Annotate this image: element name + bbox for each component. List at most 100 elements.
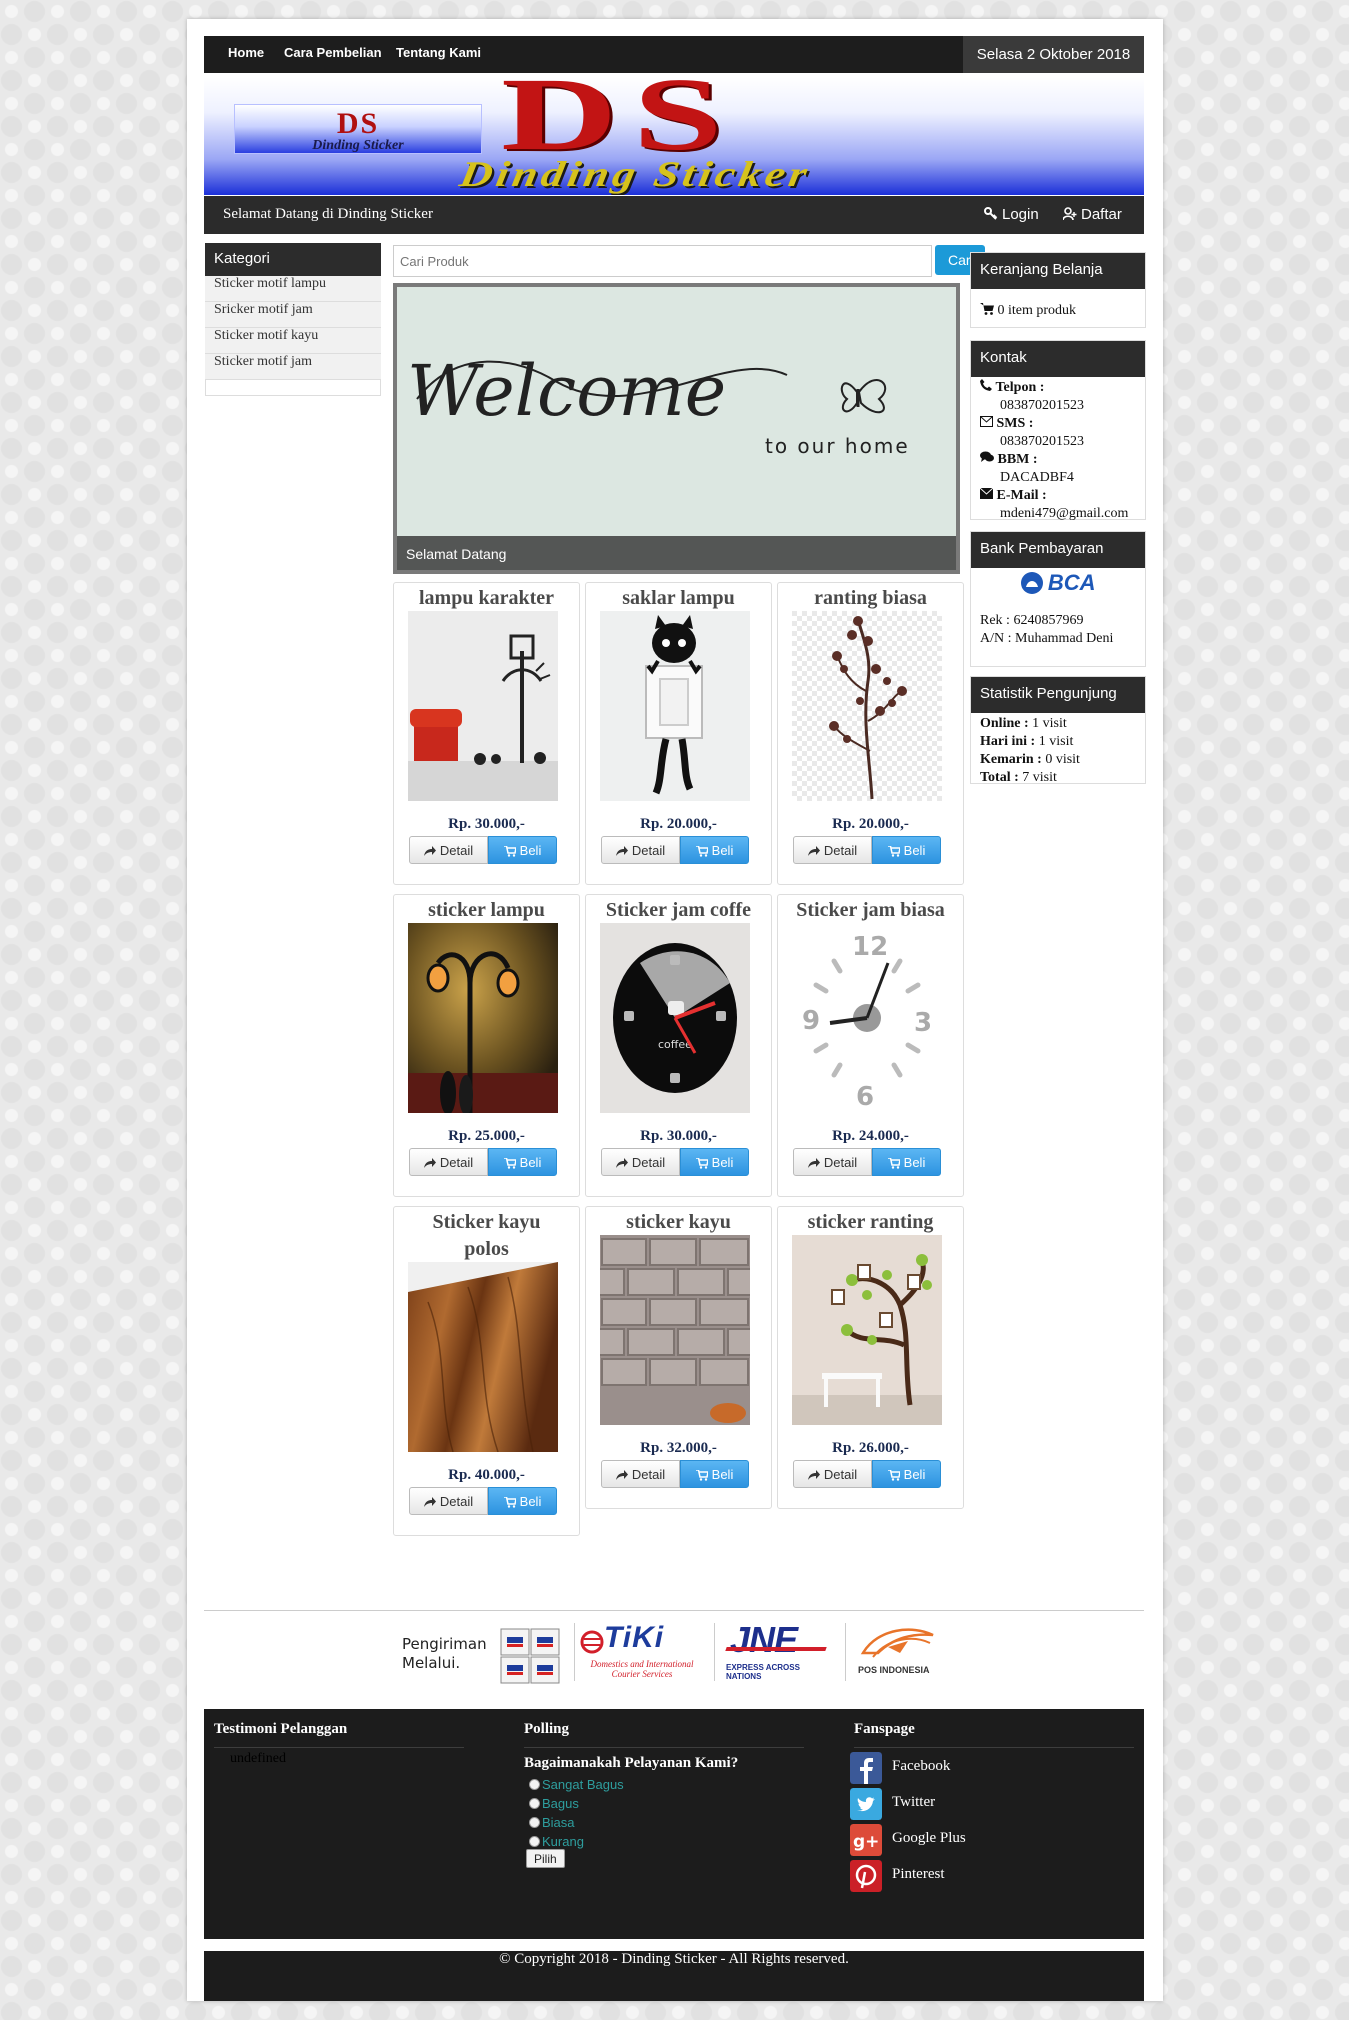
stats-today-value: 1 visit (1038, 734, 1074, 749)
buy-button[interactable]: Beli (872, 836, 941, 864)
welcome-message: Selamat Datang di Dinding Sticker (223, 206, 433, 222)
buy-label: Beli (711, 1154, 734, 1170)
twitter-icon (850, 1788, 882, 1820)
image-slider[interactable]: Welcome to our home Selamat Datang (393, 283, 960, 574)
product-card[interactable]: lampu karakter Rp. 30.000,- Detail Beli (393, 582, 580, 885)
buy-button[interactable]: Beli (872, 1148, 941, 1176)
product-image[interactable] (792, 611, 942, 801)
category-item[interactable]: Sricker motif jam (205, 302, 381, 328)
product-title[interactable]: Sticker kayu polos (394, 1209, 579, 1263)
boxes-icon (500, 1628, 560, 1684)
welcome-sticker-image: Welcome to our home (397, 287, 956, 570)
detail-button[interactable]: Detail (793, 836, 872, 864)
polling-divider (524, 1747, 804, 1748)
product-image[interactable] (600, 611, 750, 801)
product-image[interactable] (408, 611, 558, 801)
product-title[interactable]: Sticker jam coffe (586, 897, 771, 924)
detail-button[interactable]: Detail (409, 1487, 488, 1515)
nav-home[interactable]: Home (228, 45, 264, 60)
nav-cara-pembelian[interactable]: Cara Pembelian (284, 45, 382, 60)
poll-radio[interactable] (529, 1836, 540, 1847)
category-item[interactable]: Sticker motif kayu (205, 328, 381, 354)
product-title[interactable]: sticker kayu (586, 1209, 771, 1236)
poll-option-kurang[interactable]: Kurang (529, 1834, 584, 1849)
page-container: Home Cara Pembelian Tentang Kami Selasa … (187, 19, 1163, 2001)
product-card[interactable]: Sticker jam biasa 12 3 6 9 Rp. 24.000,- … (777, 894, 964, 1197)
buy-button[interactable]: Beli (680, 1148, 749, 1176)
detail-button[interactable]: Detail (601, 836, 680, 864)
product-image[interactable] (408, 1262, 558, 1452)
buy-button[interactable]: Beli (488, 1148, 557, 1176)
sms-label: SMS : (996, 416, 1034, 431)
cart-icon (695, 1156, 709, 1169)
search-input[interactable] (393, 245, 932, 277)
poll-submit-button[interactable]: Pilih (526, 1849, 565, 1868)
detail-button[interactable]: Detail (601, 1148, 680, 1176)
product-title[interactable]: lampu karakter (394, 585, 579, 612)
buy-button[interactable]: Beli (488, 1487, 557, 1515)
poll-option-biasa[interactable]: Biasa (529, 1815, 575, 1830)
product-image[interactable]: 12 3 6 9 (792, 923, 942, 1113)
product-title[interactable]: sticker lampu (394, 897, 579, 924)
footer: Testimoni Pelanggan undefined Polling Ba… (204, 1709, 1144, 1939)
product-card[interactable]: Sticker kayu polos Rp. 40.000,- Detail B… (393, 1206, 580, 1536)
logo-small-subtitle: Dinding Sticker (312, 138, 404, 153)
poll-radio[interactable] (529, 1817, 540, 1828)
copyright: © Copyright 2018 - Dinding Sticker - All… (204, 1951, 1144, 2001)
stats-today-label: Hari ini : (980, 734, 1036, 749)
stats-online-value: 1 visit (1032, 716, 1067, 731)
buy-button[interactable]: Beli (488, 836, 557, 864)
poll-radio[interactable] (529, 1779, 540, 1790)
testimoni-divider (214, 1747, 464, 1748)
current-date: Selasa 2 Oktober 2018 (963, 36, 1144, 73)
product-card[interactable]: saklar lampu Rp. 20.000,- Detail Beli (585, 582, 772, 885)
product-card[interactable]: sticker ranting Rp. 26.000,- Detail Beli (777, 1206, 964, 1509)
product-card[interactable]: Sticker jam coffe coffee Rp. 30.000,- De… (585, 894, 772, 1197)
poll-option-bagus[interactable]: Bagus (529, 1796, 579, 1811)
product-image[interactable] (600, 1235, 750, 1425)
cart-item-count: 0 item produk (997, 303, 1077, 318)
poll-option-sangat-bagus[interactable]: Sangat Bagus (529, 1777, 624, 1792)
pinterest-icon (850, 1860, 882, 1892)
testimoni-title: Testimoni Pelanggan (214, 1721, 348, 1737)
buy-button[interactable]: Beli (680, 836, 749, 864)
product-price: Rp. 30.000,- (640, 1128, 717, 1144)
detail-button[interactable]: Detail (601, 1460, 680, 1488)
detail-button[interactable]: Detail (409, 1148, 488, 1176)
product-card[interactable]: ranting biasa Rp. 20.000,- Detail Beli (777, 582, 964, 885)
buy-button[interactable]: Beli (872, 1460, 941, 1488)
contact-bbm: BBM : DACADBF4 (980, 451, 1136, 487)
detail-label: Detail (439, 1154, 474, 1170)
email-value[interactable]: mdeni479@gmail.com (980, 505, 1136, 523)
product-image[interactable] (408, 923, 558, 1113)
product-title[interactable]: Sticker jam biasa (778, 897, 963, 924)
buy-button[interactable]: Beli (680, 1460, 749, 1488)
category-item[interactable]: Sticker motif lampu (205, 276, 381, 302)
product-card[interactable]: sticker kayu Rp. 32.000,- Detail Beli (585, 1206, 772, 1509)
product-image-sticker-lamp (408, 923, 558, 1113)
product-title[interactable]: sticker ranting (778, 1209, 963, 1236)
login-link[interactable]: Login (984, 206, 1039, 223)
product-title[interactable]: saklar lampu (586, 585, 771, 612)
poll-option-label: Kurang (542, 1834, 584, 1849)
product-image[interactable] (792, 1235, 942, 1425)
stats-total: Total : 7 visit (980, 769, 1136, 787)
facebook-icon (850, 1752, 882, 1784)
share-icon (423, 845, 436, 856)
pos-eagle-icon (860, 1628, 934, 1658)
product-image[interactable]: coffee (600, 923, 750, 1113)
product-card[interactable]: sticker lampu Rp. 25.000,- Detail Beli (393, 894, 580, 1197)
register-link[interactable]: Daftar (1062, 206, 1122, 223)
detail-button[interactable]: Detail (409, 836, 488, 864)
product-title[interactable]: ranting biasa (778, 585, 963, 612)
detail-button[interactable]: Detail (793, 1460, 872, 1488)
nav-tentang-kami[interactable]: Tentang Kami (396, 45, 481, 60)
poll-radio[interactable] (529, 1798, 540, 1809)
contact-phone: Telpon : 083870201523 (980, 379, 1136, 415)
google-plus-icon: g+ (850, 1824, 882, 1856)
detail-button[interactable]: Detail (793, 1148, 872, 1176)
cart-title: Keranjang Belanja (971, 253, 1145, 289)
category-item[interactable]: Sticker motif jam (205, 354, 381, 380)
share-icon (423, 1157, 436, 1168)
cart-summary[interactable]: 0 item produk (971, 289, 1145, 325)
